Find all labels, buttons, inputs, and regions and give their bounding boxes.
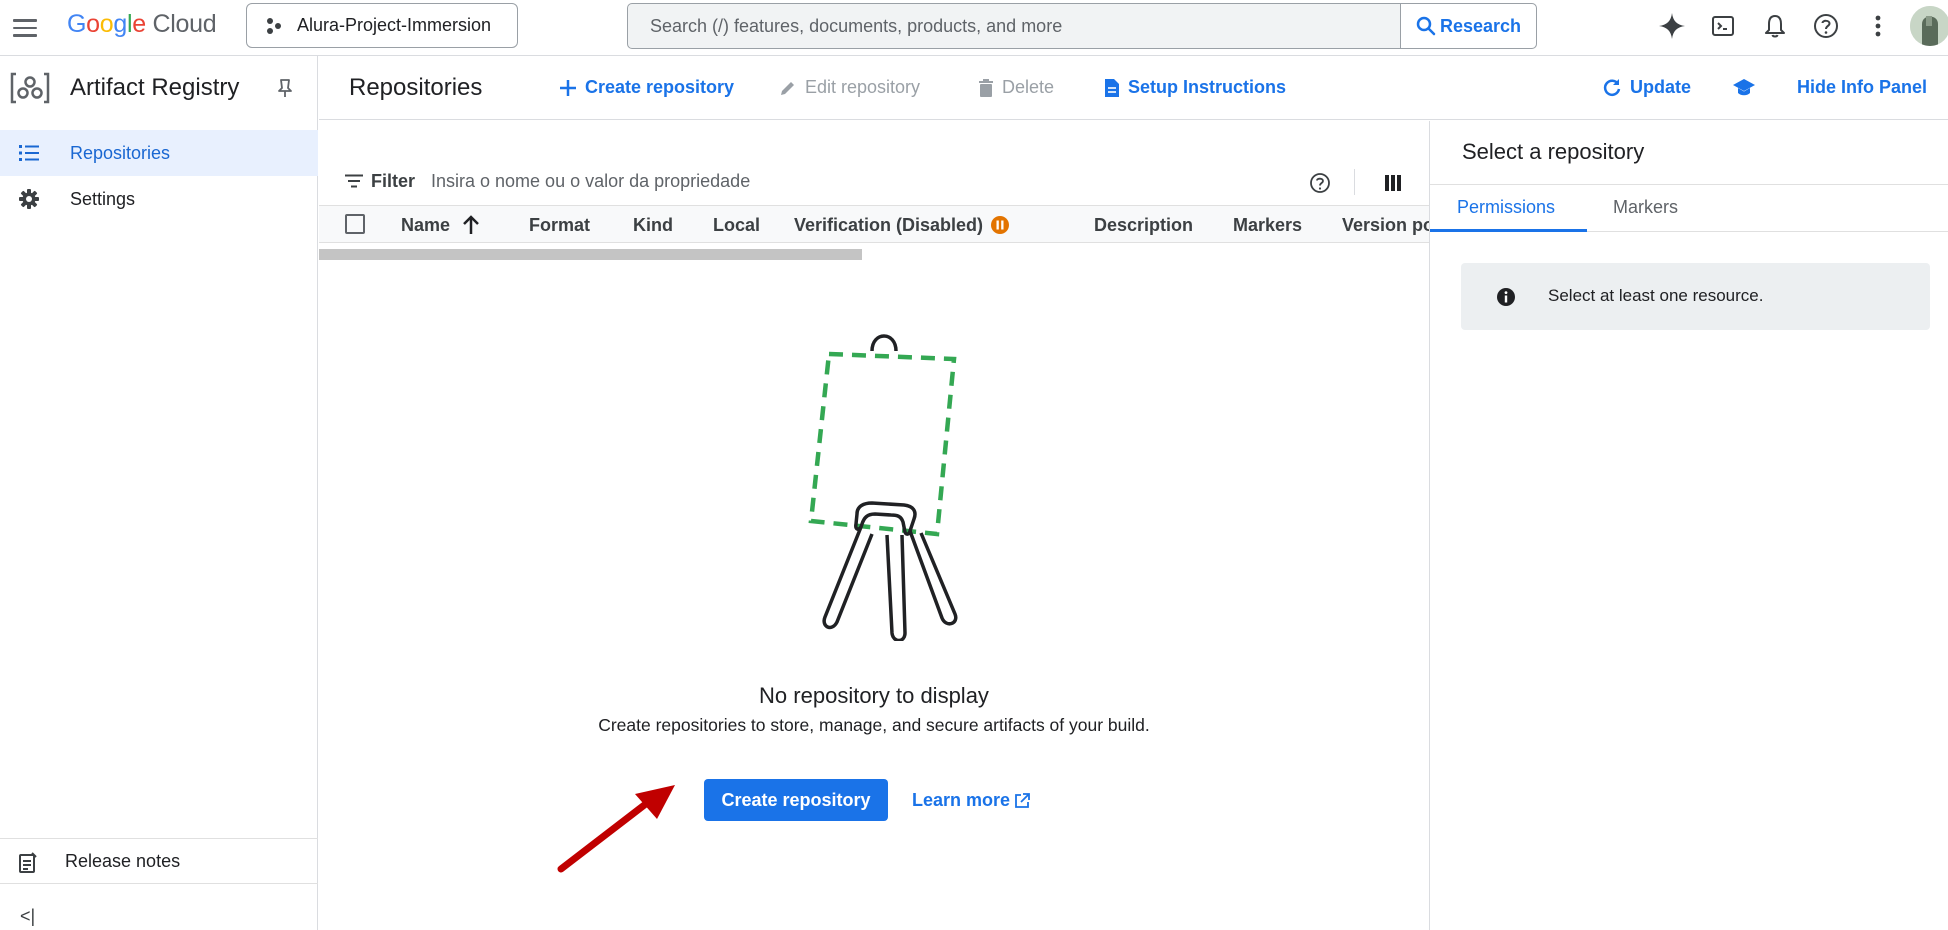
trash-icon	[979, 78, 993, 97]
sidebar-item-repositories[interactable]: Repositories	[0, 130, 318, 176]
column-header-local[interactable]: Local	[713, 215, 760, 236]
create-repository-label: Create repository	[585, 77, 735, 97]
more-vert-icon[interactable]	[1860, 8, 1896, 44]
page-title: Repositories	[349, 74, 483, 101]
sidebar-item-label: Repositories	[70, 142, 171, 163]
edit-repository-label: Edit repository	[805, 77, 921, 97]
product-header: Artifact Registry	[0, 56, 318, 120]
filter-input[interactable]: Insira o nome ou o valor da propriedade	[431, 171, 750, 192]
empty-state-title: No repository to display	[759, 683, 989, 708]
column-header-description[interactable]: Description	[1094, 215, 1193, 236]
search-input[interactable]: Search (/) features, documents, products…	[628, 16, 1400, 37]
learn-more-label: Learn more	[912, 790, 1011, 810]
repositories-list-area: Filter Insira o nome ou o valor da propr…	[319, 121, 1429, 930]
gemini-sparkle-icon[interactable]	[1654, 8, 1690, 44]
create-repository-primary-button[interactable]: Create repository	[704, 779, 888, 821]
google-cloud-logo[interactable]: Google Cloud	[67, 10, 217, 39]
refresh-icon	[1603, 78, 1621, 96]
help-icon[interactable]	[1309, 172, 1331, 194]
main-menu-icon[interactable]	[10, 12, 42, 44]
tab-markers[interactable]: Markers	[1613, 197, 1678, 218]
hide-info-panel-button[interactable]: Hide Info Panel	[1797, 77, 1927, 98]
column-header-markers[interactable]: Markers	[1233, 215, 1302, 236]
learn-mode-icon[interactable]	[1732, 77, 1756, 97]
empty-state-subtitle: Create repositories to store, manage, an…	[598, 715, 1150, 735]
select-all-checkbox[interactable]	[345, 214, 365, 234]
setup-instructions-button[interactable]: Setup Instructions	[1104, 77, 1286, 98]
top-app-bar: Google Cloud Alura-Project-Immersion Sea…	[0, 0, 1948, 56]
sidebar-item-label: Settings	[70, 188, 136, 209]
tab-permissions[interactable]: Permissions	[1457, 197, 1555, 218]
info-icon	[1497, 288, 1515, 306]
learn-more-link[interactable]: Learn more	[912, 790, 1030, 811]
info-notice-text: Select at least one resource.	[1548, 286, 1764, 305]
artifact-registry-icon	[10, 72, 50, 104]
delete-label: Delete	[1002, 77, 1055, 97]
info-notice: Select at least one resource.	[1461, 263, 1930, 330]
column-display-icon[interactable]	[1385, 175, 1401, 191]
cloud-shell-terminal-icon[interactable]	[1705, 8, 1741, 44]
collapse-sidebar-icon[interactable]: <|	[20, 906, 35, 927]
sort-ascending-icon[interactable]	[462, 215, 480, 235]
filter-bar[interactable]: Filter Insira o nome ou o valor da propr…	[319, 159, 1429, 205]
filter-icon	[345, 174, 363, 188]
project-name: Alura-Project-Immersion	[297, 15, 492, 35]
column-header-verification[interactable]: Verification (Disabled)	[794, 215, 983, 236]
release-notes-icon	[19, 852, 37, 873]
search-button-label: Research	[1439, 15, 1522, 36]
account-avatar[interactable]	[1910, 6, 1948, 46]
product-title: Artifact Registry	[70, 74, 240, 101]
gear-icon	[19, 189, 39, 209]
column-header-version-policy[interactable]: Version po	[1342, 215, 1429, 236]
sidebar-item-settings[interactable]: Settings	[0, 176, 318, 222]
column-header-name[interactable]: Name	[401, 215, 450, 236]
logo-cloud-text: Cloud	[152, 10, 217, 38]
project-icon	[267, 17, 281, 34]
info-panel-title: Select a repository	[1462, 139, 1645, 164]
create-repository-button[interactable]: Create repository	[559, 77, 734, 98]
release-notes-label: Release notes	[65, 851, 181, 871]
project-picker[interactable]: Alura-Project-Immersion	[246, 3, 518, 48]
info-panel: Select a repository Permissions Markers …	[1429, 121, 1948, 930]
notifications-bell-icon[interactable]	[1757, 8, 1793, 44]
page-toolbar: Repositories Create repository Edit repo…	[319, 56, 1948, 120]
delete-button[interactable]: Delete	[978, 77, 1054, 98]
release-notes-link[interactable]: Release notes	[0, 838, 318, 884]
update-button[interactable]: Update	[1602, 77, 1691, 98]
empty-easel-illustration	[808, 334, 958, 641]
update-label: Update	[1630, 77, 1692, 97]
paused-status-icon	[991, 216, 1009, 234]
column-header-format[interactable]: Format	[529, 215, 590, 236]
search-bar[interactable]: Search (/) features, documents, products…	[627, 3, 1537, 49]
logo-google-text: Google	[67, 10, 146, 38]
horizontal-scrollbar[interactable]	[319, 249, 862, 260]
help-icon[interactable]	[1808, 8, 1844, 44]
setup-instructions-label: Setup Instructions	[1128, 77, 1287, 97]
list-icon	[19, 145, 39, 161]
table-header-row: Name Format Kind Local Verification (Dis…	[319, 205, 1429, 243]
annotation-arrow	[557, 785, 675, 873]
pencil-icon	[781, 81, 794, 95]
filter-divider	[1354, 169, 1355, 195]
hide-info-panel-label: Hide Info Panel	[1797, 77, 1928, 97]
pin-icon[interactable]	[277, 78, 293, 98]
search-icon	[1416, 16, 1436, 36]
column-header-kind[interactable]: Kind	[633, 215, 673, 236]
edit-repository-button[interactable]: Edit repository	[779, 77, 920, 98]
info-panel-tabs: Permissions Markers	[1430, 184, 1948, 232]
add-icon	[560, 79, 576, 96]
filter-label: Filter	[371, 171, 416, 191]
document-icon	[1105, 78, 1119, 97]
left-navigation: Artifact Registry Repositories Settings …	[0, 56, 318, 930]
active-tab-indicator	[1430, 229, 1587, 232]
search-button[interactable]: Research	[1400, 4, 1536, 48]
external-link-icon	[1015, 792, 1030, 808]
